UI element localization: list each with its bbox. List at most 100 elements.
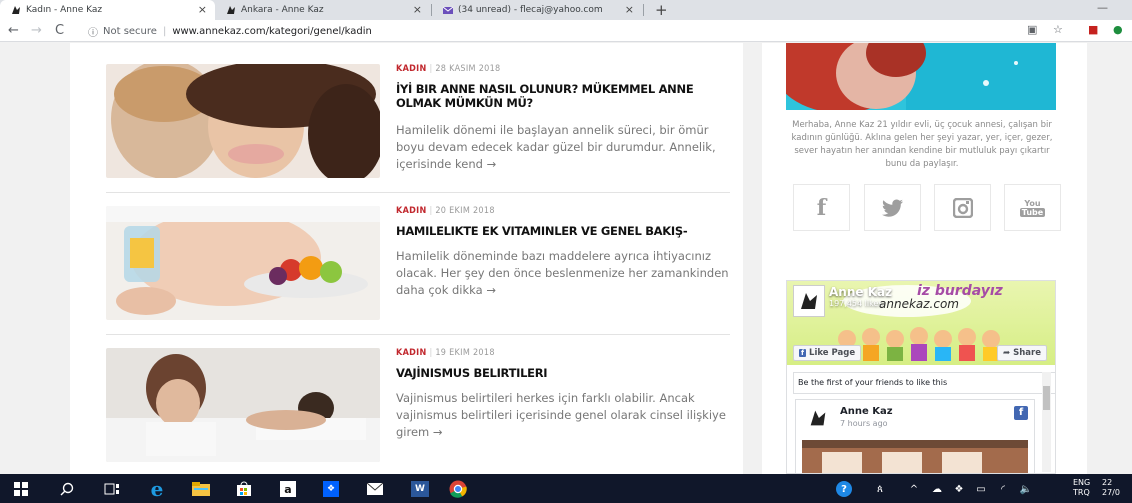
author-banner-image (786, 43, 1056, 110)
article-thumbnail[interactable] (106, 206, 380, 320)
facebook-icon: f (799, 349, 807, 357)
extension-icon[interactable]: ■ (1088, 23, 1098, 36)
language-indicator[interactable]: ENG TRQ (1073, 478, 1090, 498)
tab-title: Ankara - Anne Kaz (241, 5, 324, 15)
minimize-icon[interactable]: — (1097, 1, 1108, 14)
facebook-icon: f (1014, 406, 1028, 420)
twitter-social-button[interactable] (864, 184, 921, 231)
help-icon[interactable]: ? (833, 478, 855, 500)
page-avatar[interactable] (793, 285, 825, 317)
search-icon[interactable] (56, 478, 78, 500)
like-page-button[interactable]: f Like Page (793, 345, 862, 361)
language-code: ENG (1073, 478, 1091, 487)
like-page-label: Like Page (809, 348, 856, 358)
chrome-icon[interactable] (447, 478, 469, 500)
widget-scrollbar-thumb[interactable] (1043, 386, 1050, 410)
share-arrow-icon: ➦ (1003, 348, 1011, 358)
windows-start-icon[interactable] (10, 478, 32, 500)
couple-in-bed-photo (106, 348, 380, 462)
article-excerpt: Hamilelik döneminde bazı maddelere ayrıc… (396, 249, 729, 297)
sidebar: Merhaba, Anne Kaz 21 yıldır evli, üç çoc… (762, 43, 1087, 474)
article-category[interactable]: KADIN (396, 64, 427, 74)
dropbox-tray-icon[interactable]: ❖ (948, 478, 970, 500)
keyboard-layout: TRQ (1073, 488, 1090, 497)
article-excerpt: Hamilelik dönemi ile başlayan annelik sü… (396, 123, 716, 171)
article-item: KADIN | 19 EKIM 2018 VAJİNISMUS BELIRTIL… (106, 348, 730, 462)
web-page: KADIN | 28 KASIM 2018 İYİ BIR ANNE NASIL… (0, 43, 1132, 474)
article-category[interactable]: KADIN (396, 206, 427, 216)
widget-scrollbar[interactable] (1042, 372, 1051, 472)
facebook-post: Anne Kaz 7 hours ago f (795, 399, 1035, 473)
amazon-icon[interactable]: a (277, 478, 299, 500)
anne-kaz-logo-icon (801, 293, 817, 309)
bookmark-star-icon[interactable]: ☆ (1053, 23, 1063, 36)
post-time[interactable]: 7 hours ago (840, 419, 888, 428)
edge-browser-icon[interactable]: e (146, 477, 168, 501)
article-category[interactable]: KADIN (396, 348, 427, 358)
article-divider (106, 334, 730, 335)
tab-ankara[interactable]: Ankara - Anne Kaz × (215, 0, 430, 20)
volume-icon[interactable]: 🔈 (1015, 478, 1037, 500)
article-title[interactable]: İYİ BIR ANNE NASIL OLUNUR? MÜKEMMEL ANNE… (396, 82, 726, 110)
post-avatar[interactable] (804, 404, 832, 432)
browser-toolbar: ← → C ⓘ Not secure | www.annekaz.com/kat… (0, 20, 1132, 42)
cover-site: annekaz.com (879, 297, 959, 311)
share-button[interactable]: ➦ Share (997, 345, 1047, 361)
article-thumbnail[interactable] (106, 64, 380, 178)
article-date: 20 EKIM 2018 (435, 206, 495, 216)
info-icon[interactable]: ⓘ (88, 24, 98, 39)
address-bar[interactable]: ⓘ Not secure | www.annekaz.com/kategori/… (88, 23, 372, 39)
grammarly-icon[interactable]: ● (1113, 23, 1123, 36)
close-tab-icon[interactable]: × (625, 3, 634, 16)
article-date: 19 EKIM 2018 (435, 348, 495, 358)
facebook-cover[interactable]: Anne Kaz 197,454 likes iz burdayız annek… (787, 281, 1055, 365)
url-text: www.annekaz.com/kategori/genel/kadin (172, 25, 372, 37)
security-label: Not secure (103, 25, 157, 37)
clock-time: 22 (1102, 478, 1113, 487)
article-divider (106, 192, 730, 193)
translate-icon[interactable]: ▣ (1027, 23, 1037, 36)
tab-kadin[interactable]: Kadın - Anne Kaz × (0, 0, 215, 20)
share-label: Share (1013, 348, 1041, 358)
back-icon[interactable]: ← (8, 22, 19, 40)
post-image[interactable] (802, 440, 1028, 473)
word-icon[interactable]: W (409, 478, 431, 500)
facebook-social-button[interactable]: f (793, 184, 850, 231)
system-clock[interactable]: 22 27/0 (1102, 478, 1120, 498)
article-item: KADIN | 28 KASIM 2018 İYİ BIR ANNE NASIL… (106, 64, 730, 178)
tab-bar: Kadın - Anne Kaz × Ankara - Anne Kaz × (… (0, 0, 1132, 20)
tab-separator (643, 4, 644, 16)
annekaz-favicon-icon (227, 6, 235, 14)
twitter-icon (881, 199, 903, 217)
show-hidden-icons-icon[interactable]: ^ (903, 478, 925, 500)
article-meta: KADIN | 28 KASIM 2018 (396, 64, 501, 74)
close-tab-icon[interactable]: × (413, 3, 422, 16)
article-thumbnail[interactable] (106, 348, 380, 462)
youtube-social-button[interactable]: You Tube (1004, 184, 1061, 231)
page-scrollbar[interactable] (1118, 43, 1132, 474)
instagram-social-button[interactable] (934, 184, 991, 231)
close-tab-icon[interactable]: × (198, 3, 207, 16)
youtube-icon: You Tube (1019, 198, 1046, 217)
file-explorer-icon[interactable] (190, 478, 212, 500)
reload-icon[interactable]: C (55, 22, 64, 40)
article-title[interactable]: VAJİNISMUS BELIRTILERI (396, 366, 726, 380)
facebook-icon: f (816, 194, 827, 221)
people-icon[interactable]: ጰ (869, 478, 891, 500)
store-icon[interactable] (233, 478, 255, 500)
post-author[interactable]: Anne Kaz (840, 406, 893, 417)
onedrive-icon[interactable]: ☁ (926, 478, 948, 500)
mail-icon[interactable] (364, 478, 386, 500)
new-tab-icon[interactable]: + (655, 0, 668, 20)
task-view-icon[interactable] (101, 478, 123, 500)
battery-icon[interactable]: ▭ (970, 478, 992, 500)
article-excerpt: Vajinismus belirtileri herkes için farkl… (396, 391, 726, 439)
pregnancy-vitamins-photo (106, 206, 380, 320)
wifi-icon[interactable]: ◜ (992, 478, 1014, 500)
tab-yahoo-mail[interactable]: (34 unread) - flecaj@yahoo.com × (432, 0, 642, 20)
dropbox-icon[interactable]: ❖ (320, 478, 342, 500)
article-title[interactable]: HAMILELIKTE EK VITAMINLER VE GENEL BAKIŞ… (396, 224, 726, 238)
instagram-icon (952, 197, 973, 218)
forward-icon[interactable]: → (31, 22, 42, 40)
windows-taskbar: e a ❖ W ? ጰ ^ ☁ ❖ ▭ ◜ 🔈 ENG TRQ 22 27/0 (0, 474, 1132, 503)
